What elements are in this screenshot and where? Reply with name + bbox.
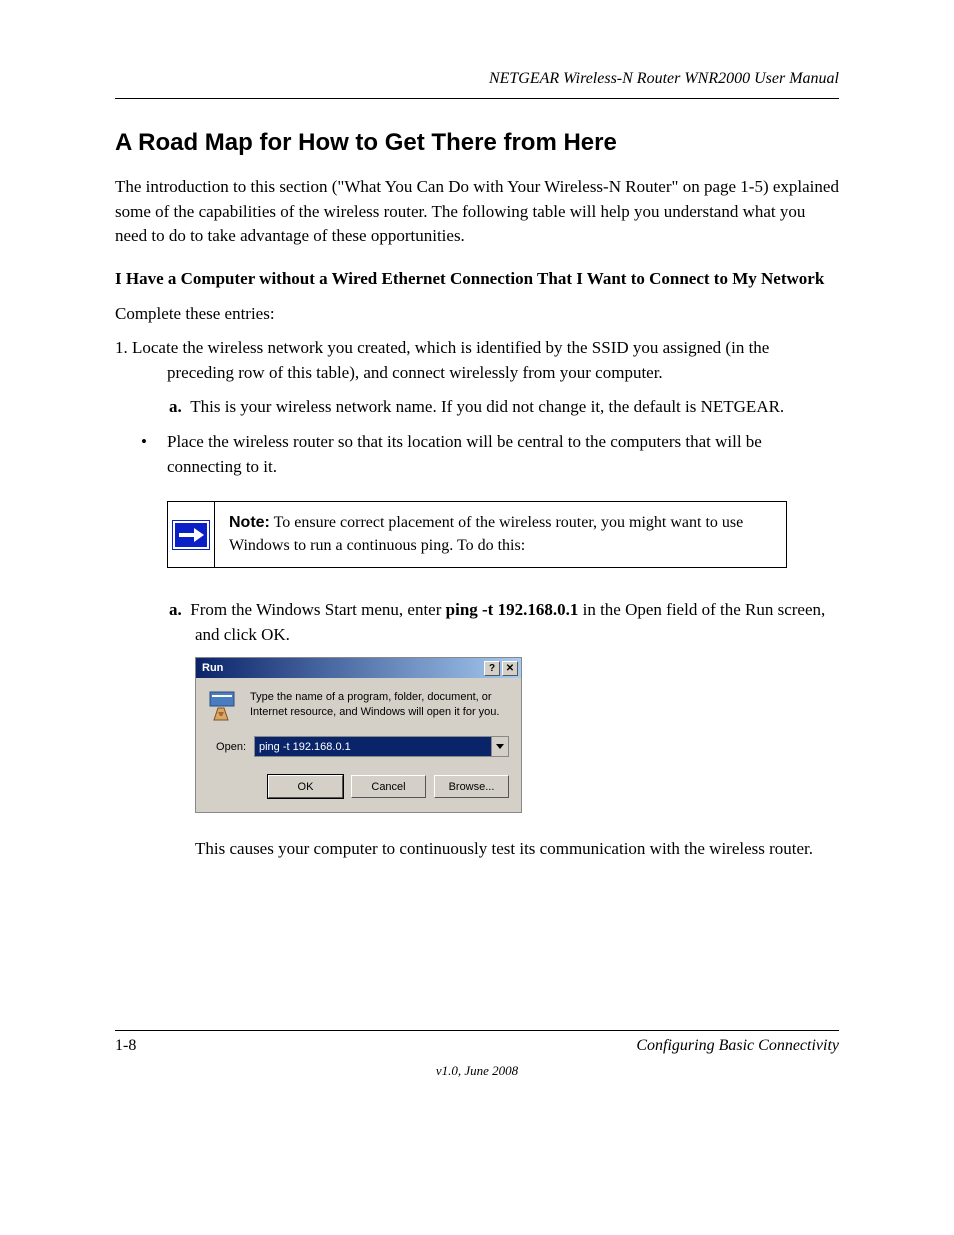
header-rule — [115, 98, 839, 99]
open-label: Open: — [208, 741, 246, 753]
task-heading-text: I Have a Computer without a Wired Ethern… — [115, 269, 824, 288]
step-1: 1. Locate the wireless network you creat… — [115, 336, 839, 385]
close-button[interactable]: ✕ — [502, 661, 518, 676]
arrow-note-icon — [172, 520, 210, 550]
ping-step-pre: From the Windows Start menu, enter — [190, 600, 445, 619]
run-icon — [208, 690, 240, 722]
note-label: Note: — [229, 514, 270, 531]
task-heading: I Have a Computer without a Wired Ethern… — [115, 267, 839, 292]
run-dialog: Run ? ✕ Type the name of a program, fold… — [195, 657, 522, 813]
header-manual-title: NETGEAR Wireless-N Router WNR2000 User M… — [115, 70, 839, 88]
run-titlebar: Run ? ✕ — [196, 658, 521, 678]
task-instruction: Complete these entries: — [115, 302, 839, 327]
note-icon-cell — [168, 502, 215, 567]
after-dialog-text: This causes your computer to continuousl… — [115, 837, 839, 862]
note-body: To ensure correct placement of the wirel… — [229, 514, 743, 553]
cancel-button[interactable]: Cancel — [351, 775, 426, 798]
open-input[interactable] — [255, 737, 491, 756]
run-title: Run — [202, 662, 482, 674]
footer-rule — [115, 1030, 839, 1031]
footer-version: v1.0, June 2008 — [115, 1063, 839, 1079]
ping-step-label: a. — [169, 600, 182, 619]
browse-button[interactable]: Browse... — [434, 775, 509, 798]
note-box: Note: To ensure correct placement of the… — [167, 501, 787, 568]
open-combobox[interactable] — [254, 736, 509, 757]
page-number: 1-8 — [115, 1037, 136, 1055]
section-title: A Road Map for How to Get There from Her… — [115, 129, 839, 157]
intro-paragraph: The introduction to this section ("What … — [115, 175, 839, 249]
footer-section: Configuring Basic Connectivity — [636, 1037, 839, 1055]
step-1a-label: a. — [169, 397, 182, 416]
ping-step: a. From the Windows Start menu, enter pi… — [115, 598, 839, 647]
ping-command: ping -t 192.168.0.1 — [446, 600, 579, 619]
combo-dropdown-button[interactable] — [491, 737, 508, 756]
step-1a: a. This is your wireless network name. I… — [115, 395, 839, 420]
note-text: Note: To ensure correct placement of the… — [215, 502, 786, 567]
page-footer: 1-8 Configuring Basic Connectivity v1.0,… — [115, 1030, 839, 1079]
step-1a-text: This is your wireless network name. If y… — [190, 397, 784, 416]
run-description: Type the name of a program, folder, docu… — [250, 690, 509, 722]
help-button[interactable]: ? — [484, 661, 500, 676]
chevron-down-icon — [496, 744, 504, 750]
placement-bullet: Place the wireless router so that its lo… — [115, 430, 839, 479]
ok-button[interactable]: OK — [268, 775, 343, 798]
